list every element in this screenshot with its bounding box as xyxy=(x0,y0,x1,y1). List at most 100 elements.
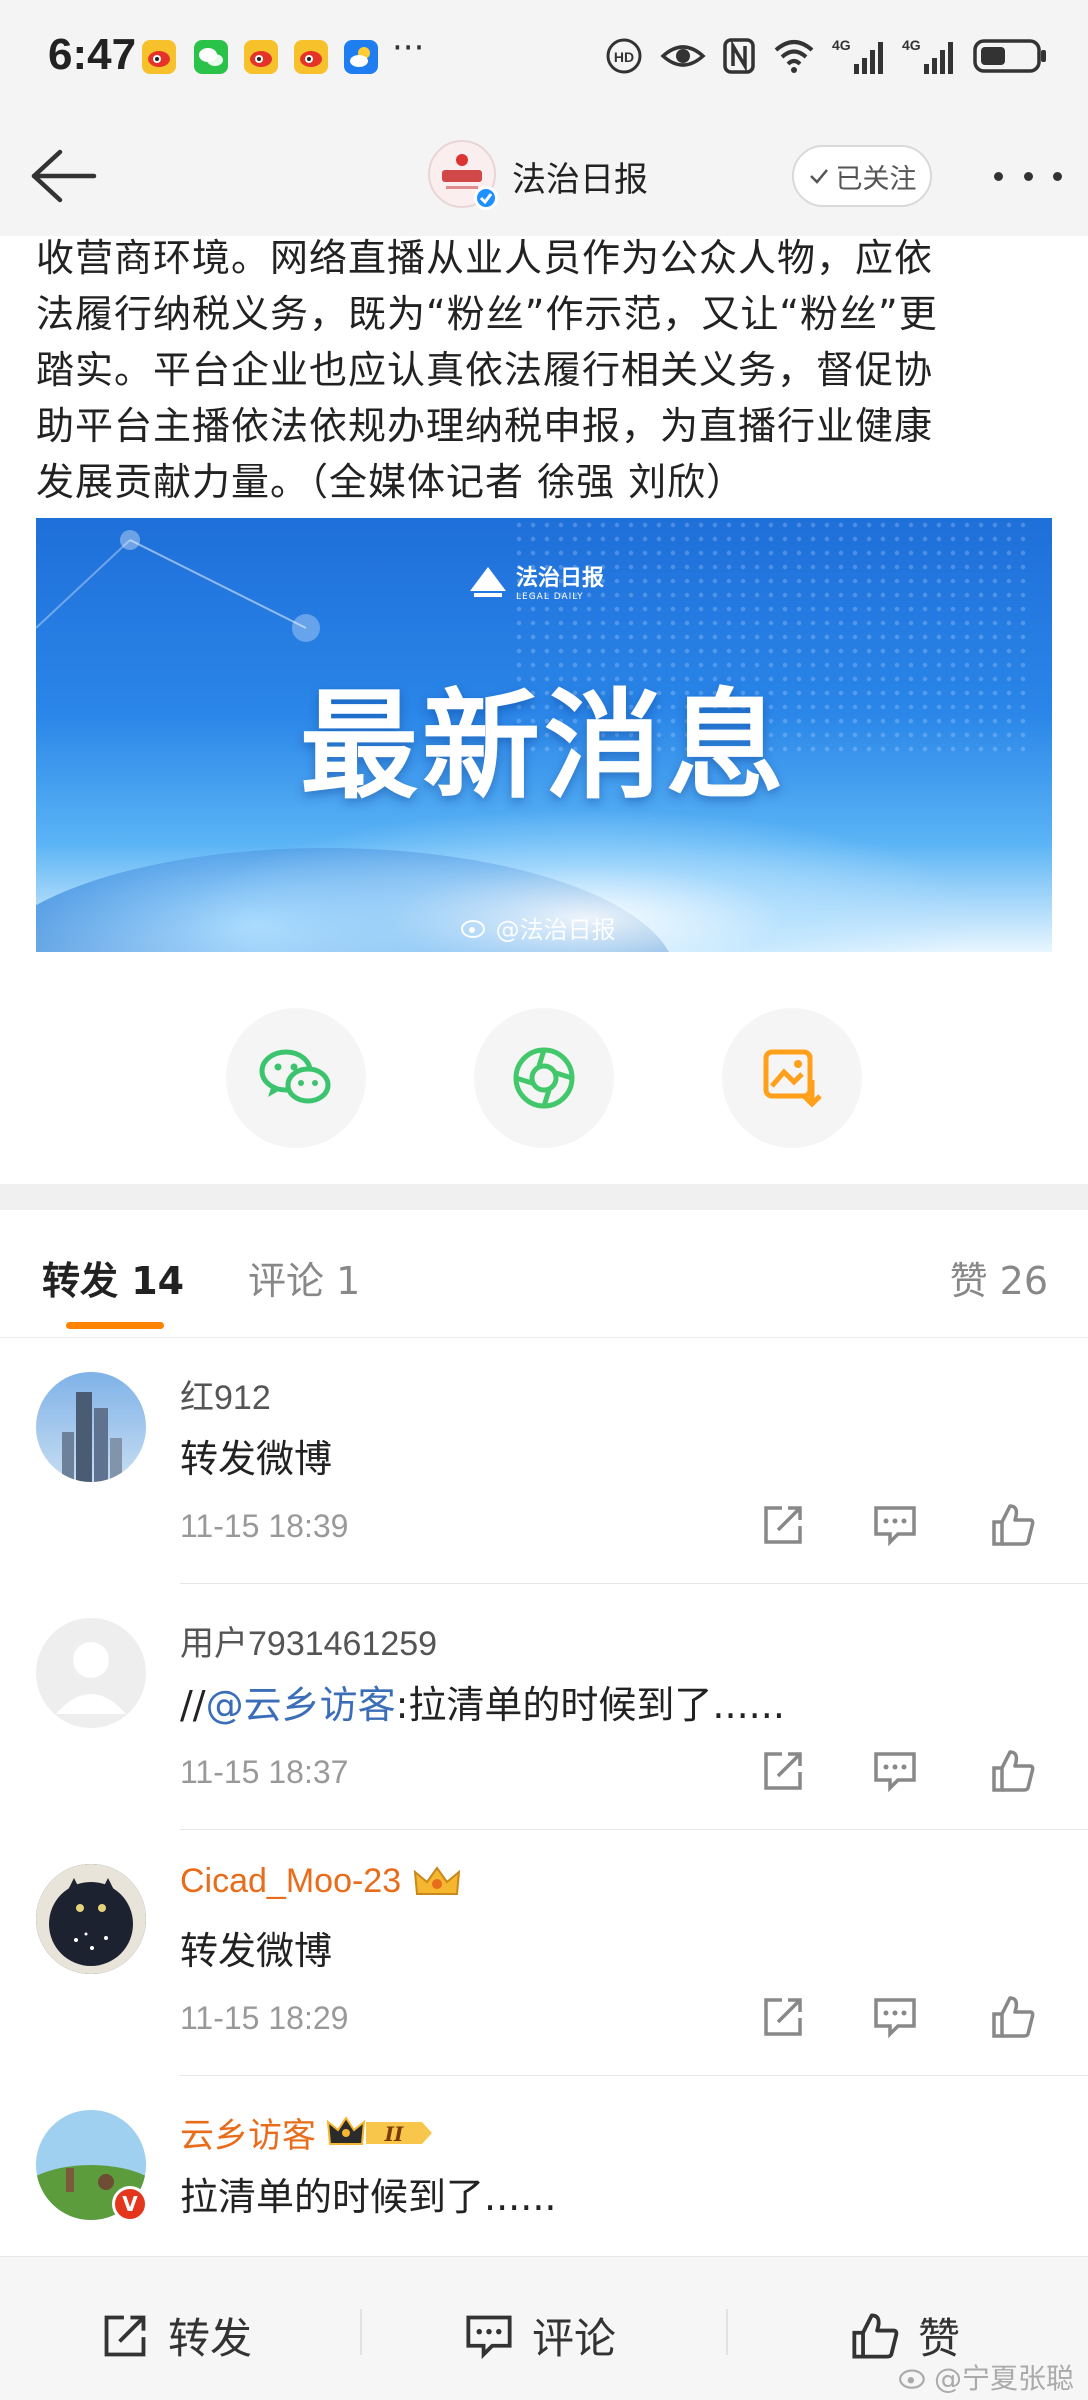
bottom-repost-button[interactable]: 转发 xyxy=(100,2305,252,2366)
status-bar: 6:47 ··· HD 4G 4G xyxy=(0,0,1088,118)
like-action-button[interactable] xyxy=(990,1748,1036,1794)
banner-logo: 法治日报 LEGAL DAILY xyxy=(466,560,604,602)
account-avatar[interactable] xyxy=(428,140,498,210)
active-tab-indicator xyxy=(66,1322,164,1329)
svg-text:4G: 4G xyxy=(832,37,851,53)
checkmark-icon xyxy=(809,169,828,184)
thumbs-up-icon xyxy=(992,1750,1035,1792)
avatar[interactable] xyxy=(36,1618,146,1728)
weibo-logo-icon xyxy=(460,916,496,944)
status-time: 6:47 xyxy=(48,30,137,79)
tab-likes[interactable]: 赞 26 xyxy=(950,1250,1048,1305)
banner-headline: 最新消息 xyxy=(299,677,788,815)
comment-icon xyxy=(874,1506,916,1547)
comment-icon xyxy=(466,2315,512,2359)
skyscraper-avatar-image xyxy=(62,1392,122,1482)
bottom-separator xyxy=(360,2309,362,2355)
article-line: 助平台主播依法依规办理纳税申报，为直播行业健康 xyxy=(36,404,934,448)
signal-4g-icon: 4G xyxy=(832,36,886,76)
comment-icon xyxy=(874,1752,916,1793)
avatar[interactable]: V xyxy=(36,2110,148,2222)
thumbs-up-icon xyxy=(852,2312,899,2359)
repost-text: 转发微博 xyxy=(180,1929,333,1973)
username[interactable]: 云乡访客 II xyxy=(180,2108,436,2157)
crown-badge-icon xyxy=(411,1864,463,1900)
save-image-icon xyxy=(763,1049,822,1108)
share-out-icon xyxy=(764,1506,802,1544)
image-watermark: @法治日报 xyxy=(460,910,616,945)
comment-action-button[interactable] xyxy=(872,1994,918,2040)
section-divider xyxy=(0,1184,1088,1210)
more-options-button[interactable] xyxy=(988,148,1068,204)
bottom-comment-label: 评论 xyxy=(532,2314,617,2363)
timestamp: 11-15 18:37 xyxy=(180,1754,349,1790)
svg-text:4G: 4G xyxy=(902,37,921,53)
username[interactable]: 用户7931461259 xyxy=(180,1616,437,1665)
back-button[interactable] xyxy=(22,140,102,212)
repost-action-button[interactable] xyxy=(760,1994,806,2040)
comment-action-button[interactable] xyxy=(872,1748,918,1794)
username[interactable]: Cicad_Moo-23 xyxy=(180,1862,463,1901)
account-name[interactable]: 法治日报 xyxy=(512,152,648,201)
vip-level-text: II xyxy=(384,2122,404,2146)
thumbs-up-icon xyxy=(992,1504,1035,1546)
repost-item: 红912 转发微博 11-15 18:39 xyxy=(0,1338,1088,1584)
like-action-button[interactable] xyxy=(990,1502,1036,1548)
tab-comments[interactable]: 评论 1 xyxy=(248,1250,360,1305)
default-user-avatar-icon xyxy=(56,1642,126,1714)
weather-notification-icon xyxy=(344,40,378,74)
bottom-comment-button[interactable]: 评论 xyxy=(464,2305,616,2366)
article-body: 收营商环境。网络直播从业人员作为公众人物，应依 法履行纳税义务，既为“粉丝”作示… xyxy=(36,230,1056,510)
avatar[interactable] xyxy=(36,1864,146,1974)
wechat-notification-icon xyxy=(194,40,228,74)
thumbs-up-icon xyxy=(992,1996,1035,2038)
repost-action-button[interactable] xyxy=(760,1502,806,1548)
article-line: 踏实。平台企业也应认真依法履行相关义务，督促协 xyxy=(36,348,934,392)
share-moments-button[interactable] xyxy=(474,1008,614,1148)
username-text: Cicad_Moo-23 xyxy=(180,1862,402,1900)
repost-text: 拉清单的时候到了...... xyxy=(180,2175,557,2219)
username[interactable]: 红912 xyxy=(180,1370,271,1419)
like-action-button[interactable] xyxy=(990,1994,1036,2040)
share-out-icon xyxy=(764,1998,802,2036)
tab-reposts[interactable]: 转发 14 xyxy=(42,1250,184,1305)
cat-avatar-image xyxy=(36,1864,146,1974)
username-text: 红912 xyxy=(180,1379,271,1417)
repost-text: //@云乡访客:拉清单的时候到了...... xyxy=(180,1674,785,1729)
screenshot-watermark: @宁夏张聪 xyxy=(898,2357,1074,2397)
signal-4g-2-icon: 4G xyxy=(902,36,956,76)
timestamp: 11-15 18:29 xyxy=(180,2000,349,2036)
more-dot xyxy=(994,171,1003,181)
wifi-icon xyxy=(772,36,816,76)
save-image-button[interactable] xyxy=(722,1008,862,1148)
banner-logo-subtitle: LEGAL DAILY xyxy=(516,592,584,602)
mention-link[interactable]: @云乡访客 xyxy=(206,1683,396,1727)
vip-level-badge-icon: II xyxy=(326,2114,436,2152)
comment-action-button[interactable] xyxy=(872,1502,918,1548)
banner-logo-name: 法治日报 xyxy=(516,566,605,591)
more-notifications-indicator: ··· xyxy=(392,28,425,68)
post-image[interactable]: 法治日报 LEGAL DAILY 最新消息 @法治日报 xyxy=(36,518,1052,952)
watermark-text: @宁夏张聪 xyxy=(933,2362,1074,2395)
more-dot xyxy=(1023,171,1033,181)
avatar[interactable] xyxy=(36,1372,146,1482)
username-text: 云乡访客 xyxy=(180,2117,316,2155)
share-wechat-button[interactable] xyxy=(226,1008,366,1148)
watermark-text: @法治日报 xyxy=(495,916,616,944)
more-dot xyxy=(1053,171,1062,181)
repost-text: 转发微博 xyxy=(180,1437,333,1481)
eye-comfort-icon xyxy=(660,36,706,76)
following-label: 已关注 xyxy=(835,163,917,195)
hd-call-icon: HD xyxy=(604,36,644,76)
back-arrow-icon xyxy=(31,149,97,203)
weibo-notification-icon xyxy=(244,40,278,74)
repost-item: Cicad_Moo-23 转发微博 11-15 18:29 xyxy=(0,1830,1088,2076)
bottom-action-bar: 转发 评论 赞 @宁夏张聪 xyxy=(0,2256,1088,2400)
legal-daily-emblem-icon xyxy=(470,567,506,597)
repost-action-button[interactable] xyxy=(760,1748,806,1794)
repost-item: 用户7931461259 //@云乡访客:拉清单的时候到了...... 11-1… xyxy=(0,1584,1088,1830)
following-button[interactable]: 已关注 xyxy=(792,145,932,207)
bottom-repost-label: 转发 xyxy=(168,2314,253,2363)
wechat-icon xyxy=(259,1049,331,1104)
weibo-logo-icon xyxy=(899,2369,925,2389)
